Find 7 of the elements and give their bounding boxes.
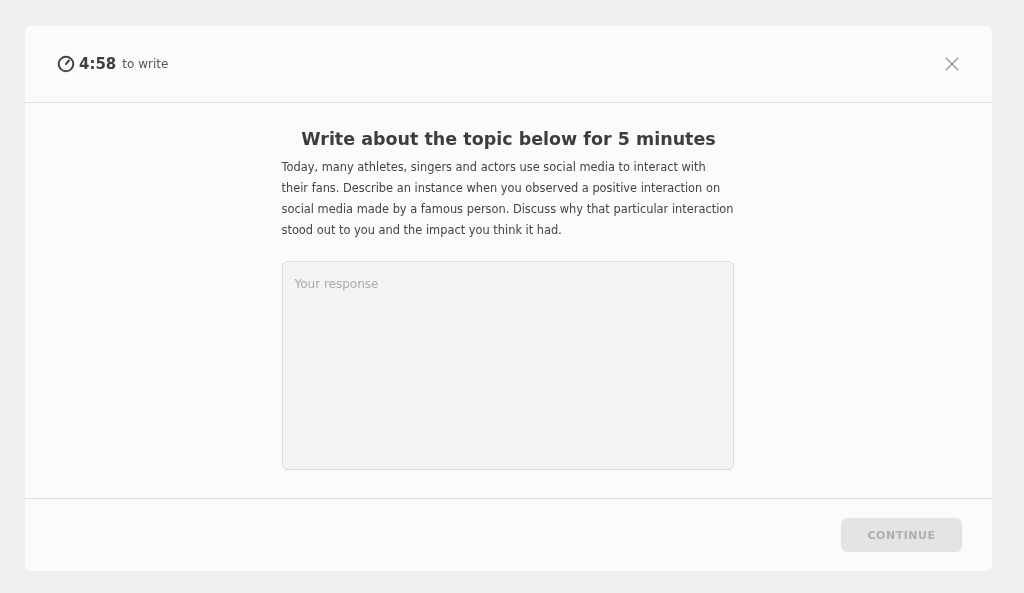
close-icon[interactable]	[944, 56, 960, 72]
stopwatch-icon	[57, 55, 75, 73]
prompt-title: Write about the topic below for 5 minutes	[300, 129, 717, 149]
timer-label: to write	[122, 57, 169, 71]
prompt-text: Today, many athletes, singers and actors use social media to interact with their fans. Describe an instance when you observed a positive interaction on social media made by a famous person. Discuss why that particular interaction stood out to you and the impact you think it had.	[281, 159, 735, 239]
timer-value: 4:58	[79, 55, 117, 73]
response-field[interactable]: Your response	[281, 261, 734, 470]
